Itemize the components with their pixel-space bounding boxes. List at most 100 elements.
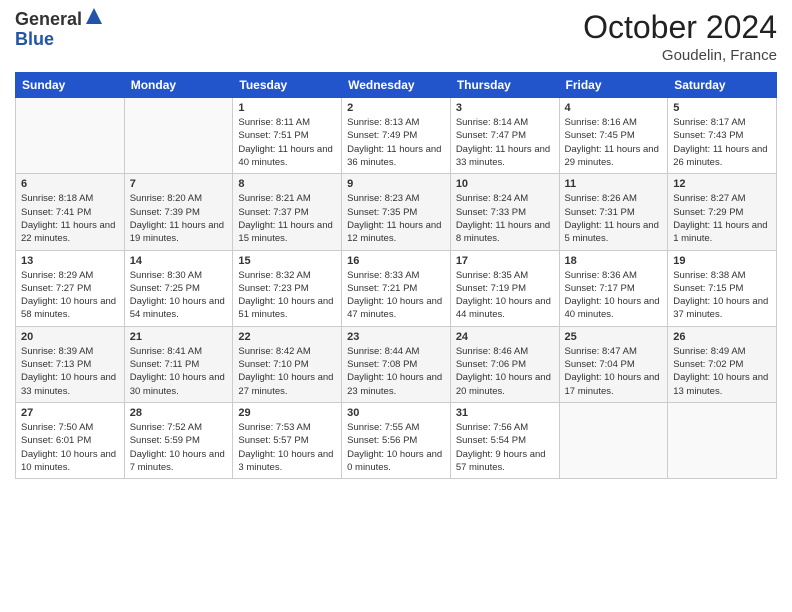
cell-date: 22 bbox=[238, 331, 336, 343]
sunrise-text: Sunrise: 8:36 AM bbox=[565, 270, 637, 281]
cell-info: Sunrise: 8:33 AM Sunset: 7:21 PM Dayligh… bbox=[347, 269, 445, 322]
table-row: 17 Sunrise: 8:35 AM Sunset: 7:19 PM Dayl… bbox=[450, 250, 559, 326]
sunset-text: Sunset: 5:57 PM bbox=[238, 435, 308, 446]
sunrise-text: Sunrise: 8:46 AM bbox=[456, 346, 528, 357]
cell-date: 24 bbox=[456, 331, 554, 343]
sunset-text: Sunset: 7:25 PM bbox=[130, 283, 200, 294]
cell-date: 21 bbox=[130, 331, 228, 343]
cell-info: Sunrise: 8:38 AM Sunset: 7:15 PM Dayligh… bbox=[673, 269, 771, 322]
sunrise-text: Sunrise: 8:44 AM bbox=[347, 346, 419, 357]
sunset-text: Sunset: 7:51 PM bbox=[238, 130, 308, 141]
cell-info: Sunrise: 8:36 AM Sunset: 7:17 PM Dayligh… bbox=[565, 269, 663, 322]
header-sunday: Sunday bbox=[16, 73, 125, 98]
table-row: 4 Sunrise: 8:16 AM Sunset: 7:45 PM Dayli… bbox=[559, 98, 668, 174]
cell-date: 11 bbox=[565, 178, 663, 190]
cell-date: 26 bbox=[673, 331, 771, 343]
cell-date: 30 bbox=[347, 407, 445, 419]
sunset-text: Sunset: 7:08 PM bbox=[347, 359, 417, 370]
daylight-text: Daylight: 10 hours and 20 minutes. bbox=[456, 372, 551, 396]
cell-info: Sunrise: 8:26 AM Sunset: 7:31 PM Dayligh… bbox=[565, 192, 663, 245]
daylight-text: Daylight: 10 hours and 30 minutes. bbox=[130, 372, 225, 396]
sunrise-text: Sunrise: 8:23 AM bbox=[347, 193, 419, 204]
daylight-text: Daylight: 10 hours and 17 minutes. bbox=[565, 372, 660, 396]
daylight-text: Daylight: 11 hours and 12 minutes. bbox=[347, 220, 441, 244]
calendar-week-row: 20 Sunrise: 8:39 AM Sunset: 7:13 PM Dayl… bbox=[16, 326, 777, 402]
header-saturday: Saturday bbox=[668, 73, 777, 98]
sunset-text: Sunset: 7:29 PM bbox=[673, 207, 743, 218]
table-row: 3 Sunrise: 8:14 AM Sunset: 7:47 PM Dayli… bbox=[450, 98, 559, 174]
cell-info: Sunrise: 8:14 AM Sunset: 7:47 PM Dayligh… bbox=[456, 116, 554, 169]
logo-blue: Blue bbox=[15, 30, 104, 50]
table-row: 10 Sunrise: 8:24 AM Sunset: 7:33 PM Dayl… bbox=[450, 174, 559, 250]
cell-date: 29 bbox=[238, 407, 336, 419]
cell-info: Sunrise: 7:50 AM Sunset: 6:01 PM Dayligh… bbox=[21, 421, 119, 474]
sunset-text: Sunset: 7:33 PM bbox=[456, 207, 526, 218]
calendar-week-row: 1 Sunrise: 8:11 AM Sunset: 7:51 PM Dayli… bbox=[16, 98, 777, 174]
cell-info: Sunrise: 8:23 AM Sunset: 7:35 PM Dayligh… bbox=[347, 192, 445, 245]
cell-info: Sunrise: 8:29 AM Sunset: 7:27 PM Dayligh… bbox=[21, 269, 119, 322]
table-row bbox=[559, 402, 668, 478]
daylight-text: Daylight: 10 hours and 3 minutes. bbox=[238, 449, 333, 473]
cell-date: 15 bbox=[238, 255, 336, 267]
daylight-text: Daylight: 11 hours and 19 minutes. bbox=[130, 220, 224, 244]
daylight-text: Daylight: 10 hours and 54 minutes. bbox=[130, 296, 225, 320]
logo-text: General Blue bbox=[15, 10, 104, 50]
header: General Blue October 2024 Goudelin, Fran… bbox=[15, 10, 777, 64]
cell-date: 28 bbox=[130, 407, 228, 419]
month-title: October 2024 bbox=[583, 10, 777, 45]
sunset-text: Sunset: 6:01 PM bbox=[21, 435, 91, 446]
cell-date: 16 bbox=[347, 255, 445, 267]
daylight-text: Daylight: 11 hours and 22 minutes. bbox=[21, 220, 115, 244]
table-row: 5 Sunrise: 8:17 AM Sunset: 7:43 PM Dayli… bbox=[668, 98, 777, 174]
cell-date: 7 bbox=[130, 178, 228, 190]
sunset-text: Sunset: 5:54 PM bbox=[456, 435, 526, 446]
sunset-text: Sunset: 7:23 PM bbox=[238, 283, 308, 294]
sunrise-text: Sunrise: 8:21 AM bbox=[238, 193, 310, 204]
cell-date: 19 bbox=[673, 255, 771, 267]
sunrise-text: Sunrise: 7:53 AM bbox=[238, 422, 310, 433]
sunset-text: Sunset: 7:19 PM bbox=[456, 283, 526, 294]
sunrise-text: Sunrise: 8:33 AM bbox=[347, 270, 419, 281]
sunset-text: Sunset: 7:10 PM bbox=[238, 359, 308, 370]
sunrise-text: Sunrise: 8:17 AM bbox=[673, 117, 745, 128]
daylight-text: Daylight: 11 hours and 29 minutes. bbox=[565, 144, 659, 168]
cell-info: Sunrise: 8:39 AM Sunset: 7:13 PM Dayligh… bbox=[21, 345, 119, 398]
cell-info: Sunrise: 8:42 AM Sunset: 7:10 PM Dayligh… bbox=[238, 345, 336, 398]
sunrise-text: Sunrise: 8:20 AM bbox=[130, 193, 202, 204]
daylight-text: Daylight: 11 hours and 15 minutes. bbox=[238, 220, 332, 244]
sunrise-text: Sunrise: 8:47 AM bbox=[565, 346, 637, 357]
sunset-text: Sunset: 7:45 PM bbox=[565, 130, 635, 141]
sunrise-text: Sunrise: 8:29 AM bbox=[21, 270, 93, 281]
cell-info: Sunrise: 8:30 AM Sunset: 7:25 PM Dayligh… bbox=[130, 269, 228, 322]
sunset-text: Sunset: 7:21 PM bbox=[347, 283, 417, 294]
daylight-text: Daylight: 11 hours and 8 minutes. bbox=[456, 220, 550, 244]
table-row: 6 Sunrise: 8:18 AM Sunset: 7:41 PM Dayli… bbox=[16, 174, 125, 250]
sunrise-text: Sunrise: 8:24 AM bbox=[456, 193, 528, 204]
sunset-text: Sunset: 7:06 PM bbox=[456, 359, 526, 370]
sunset-text: Sunset: 7:11 PM bbox=[130, 359, 200, 370]
table-row: 30 Sunrise: 7:55 AM Sunset: 5:56 PM Dayl… bbox=[342, 402, 451, 478]
cell-info: Sunrise: 8:32 AM Sunset: 7:23 PM Dayligh… bbox=[238, 269, 336, 322]
daylight-text: Daylight: 10 hours and 47 minutes. bbox=[347, 296, 442, 320]
cell-info: Sunrise: 8:44 AM Sunset: 7:08 PM Dayligh… bbox=[347, 345, 445, 398]
calendar-week-row: 6 Sunrise: 8:18 AM Sunset: 7:41 PM Dayli… bbox=[16, 174, 777, 250]
daylight-text: Daylight: 10 hours and 27 minutes. bbox=[238, 372, 333, 396]
cell-date: 14 bbox=[130, 255, 228, 267]
cell-info: Sunrise: 8:24 AM Sunset: 7:33 PM Dayligh… bbox=[456, 192, 554, 245]
sunset-text: Sunset: 7:17 PM bbox=[565, 283, 635, 294]
sunrise-text: Sunrise: 8:35 AM bbox=[456, 270, 528, 281]
table-row: 16 Sunrise: 8:33 AM Sunset: 7:21 PM Dayl… bbox=[342, 250, 451, 326]
weekday-header-row: Sunday Monday Tuesday Wednesday Thursday… bbox=[16, 73, 777, 98]
table-row: 1 Sunrise: 8:11 AM Sunset: 7:51 PM Dayli… bbox=[233, 98, 342, 174]
cell-info: Sunrise: 8:11 AM Sunset: 7:51 PM Dayligh… bbox=[238, 116, 336, 169]
daylight-text: Daylight: 11 hours and 5 minutes. bbox=[565, 220, 659, 244]
table-row bbox=[124, 98, 233, 174]
table-row: 12 Sunrise: 8:27 AM Sunset: 7:29 PM Dayl… bbox=[668, 174, 777, 250]
sunset-text: Sunset: 7:47 PM bbox=[456, 130, 526, 141]
cell-info: Sunrise: 8:20 AM Sunset: 7:39 PM Dayligh… bbox=[130, 192, 228, 245]
daylight-text: Daylight: 10 hours and 7 minutes. bbox=[130, 449, 225, 473]
sunset-text: Sunset: 7:37 PM bbox=[238, 207, 308, 218]
sunset-text: Sunset: 7:35 PM bbox=[347, 207, 417, 218]
header-thursday: Thursday bbox=[450, 73, 559, 98]
daylight-text: Daylight: 9 hours and 57 minutes. bbox=[456, 449, 546, 473]
